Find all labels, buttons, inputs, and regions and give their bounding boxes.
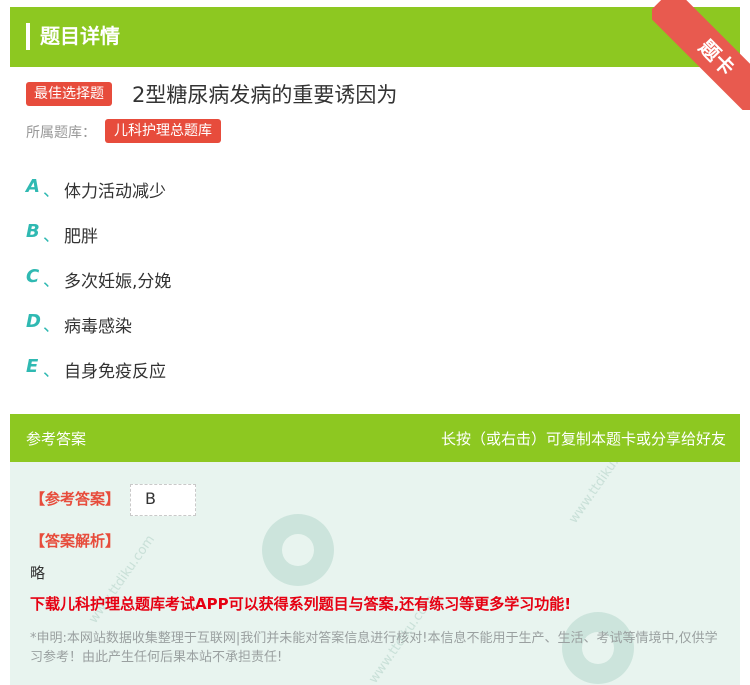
option-text: 肥胖 — [64, 227, 98, 247]
option-letter: B — [26, 221, 40, 242]
analysis-label: 【答案解析】 — [30, 532, 121, 550]
watermark-logo-icon — [262, 514, 334, 586]
corner-ribbon: 题卡 — [652, 0, 750, 110]
analysis-text: 略 — [30, 564, 46, 582]
answer-panel-header: 参考答案 长按（或右击）可复制本题卡或分享给好友 — [10, 414, 740, 462]
option-separator: 、 — [43, 271, 60, 291]
bank-label: 所属题库： — [26, 125, 96, 141]
disclaimer-text: *申明:本网站数据收集整理于互联网|我们并未能对答案信息进行核对!本信息不能用于… — [30, 631, 718, 665]
answer-value-box: B — [130, 484, 196, 516]
header-accent-bar — [26, 23, 30, 50]
option-letter: D — [26, 311, 41, 332]
option-text: 病毒感染 — [64, 317, 132, 337]
option-letter: A — [26, 176, 40, 197]
answer-panel-title: 参考答案 — [26, 430, 87, 448]
question-type-badge: 最佳选择题 — [26, 82, 112, 106]
question-stem: 2型糖尿病发病的重要诱因为 — [132, 83, 398, 107]
answer-label: 【参考答案】 — [30, 490, 121, 508]
bank-tag[interactable]: 儿科护理总题库 — [105, 119, 221, 143]
option-text: 多次妊娠,分娩 — [64, 272, 172, 292]
page-title: 题目详情 — [40, 24, 120, 48]
option-text: 自身免疫反应 — [64, 362, 166, 382]
option-separator: 、 — [43, 226, 60, 246]
watermark-text: www.ttdiku.com — [566, 462, 639, 527]
option-separator: 、 — [43, 361, 60, 381]
ribbon-label: 题卡 — [652, 0, 750, 110]
answer-value: B — [145, 489, 156, 508]
share-hint: 长按（或右击）可复制本题卡或分享给好友 — [440, 430, 726, 448]
option-letter: E — [26, 356, 39, 377]
page-header: 题目详情 — [10, 7, 740, 67]
app-promo-link[interactable]: 下载儿科护理总题库考试APP可以获得系列题目与答案,还有练习等更多学习功能! — [30, 593, 571, 614]
option-separator: 、 — [43, 181, 60, 201]
option-separator: 、 — [43, 316, 60, 336]
option-text: 体力活动减少 — [64, 182, 166, 202]
option-letter: C — [26, 266, 40, 287]
